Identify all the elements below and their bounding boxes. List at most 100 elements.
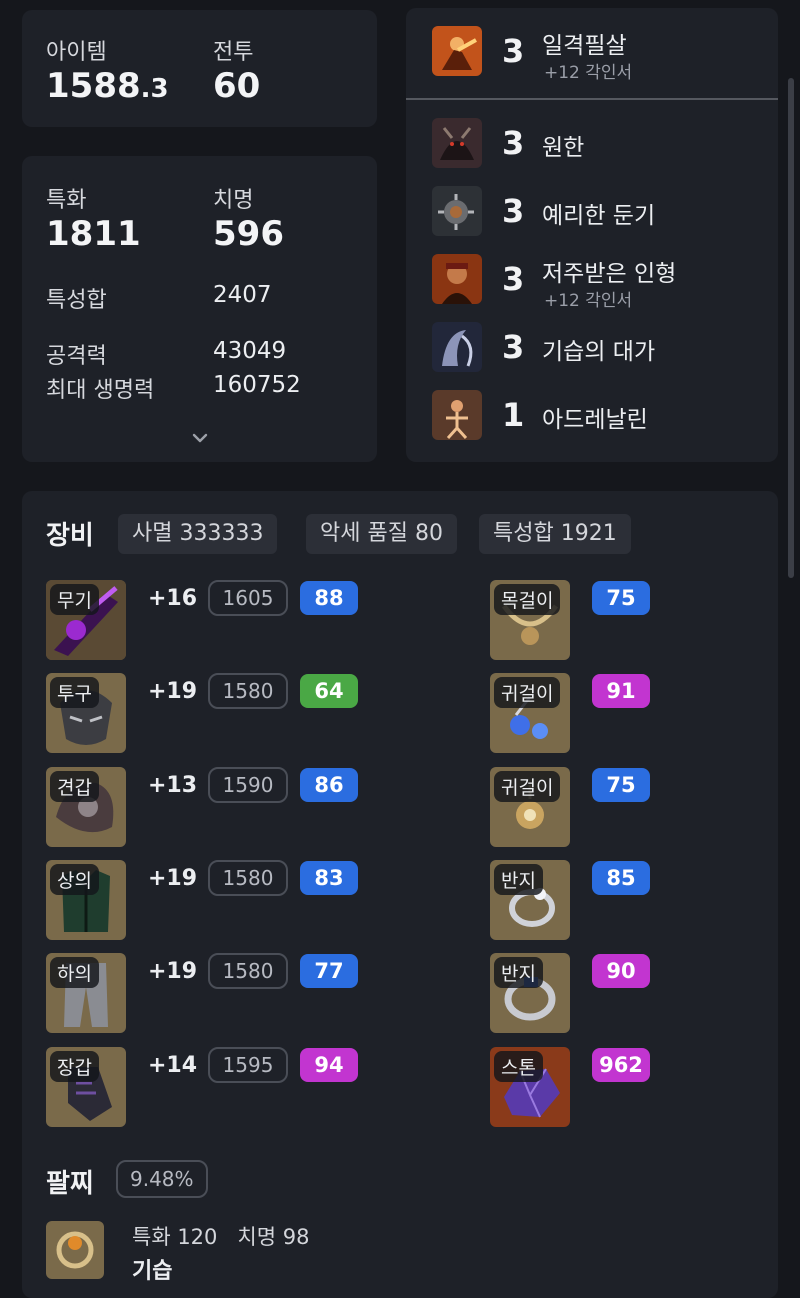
quality-badge: 88 (300, 581, 358, 615)
engraving-row[interactable]: 3 예리한 둔기 (406, 186, 778, 246)
accessory-row[interactable]: 반지 90 (490, 953, 690, 1033)
bracelet-icon (46, 1221, 104, 1279)
stat-total-chip: 특성합 1921 (479, 514, 631, 554)
slot-label: 장갑 (50, 1051, 99, 1082)
engraving-level: 1 (502, 396, 525, 434)
slot-label: 하의 (50, 957, 99, 988)
combat-level-label: 전투 (213, 40, 254, 65)
engraving-name: 아드레날린 (542, 407, 648, 433)
quality-badge: 86 (300, 768, 358, 802)
slot-label: 목걸이 (494, 584, 561, 615)
attack-value: 43049 (213, 338, 287, 364)
accessory-quality-chip: 악세 품질 80 (306, 514, 457, 554)
slot-label: 반지 (494, 864, 543, 895)
refine-level: +16 (148, 586, 198, 611)
refine-level: +19 (148, 959, 198, 984)
ring-icon: 반지 (490, 953, 570, 1033)
crit-label: 치명 (213, 188, 254, 213)
combat-level-value: 60 (213, 66, 261, 106)
accessory-row[interactable]: 귀걸이 75 (490, 767, 690, 847)
item-level-badge: 1580 (208, 953, 288, 989)
engraving-book-note: +12 각인서 (544, 63, 633, 83)
demon-grudge-icon (432, 118, 482, 168)
accessory-row[interactable]: 스톤 962 (490, 1047, 690, 1127)
ring-icon: 반지 (490, 860, 570, 940)
slot-label: 반지 (494, 957, 543, 988)
accessory-row[interactable]: 반지 85 (490, 860, 690, 940)
quality-badge: 85 (592, 861, 650, 895)
engraving-row[interactable]: 3 기습의 대가 (406, 322, 778, 382)
fist-strike-icon (432, 26, 482, 76)
gear-row[interactable]: 상의 +19 1580 83 (22, 860, 382, 940)
bracelet-title: 팔찌 (46, 1169, 94, 1199)
quality-badge: 64 (300, 674, 358, 708)
item-level-badge: 1580 (208, 673, 288, 709)
item-level-value: 1588.3 (46, 66, 169, 106)
adrenaline-icon (432, 390, 482, 440)
accessory-row[interactable]: 귀걸이 91 (490, 673, 690, 753)
max-hp-value: 160752 (213, 372, 301, 398)
item-level-badge: 1580 (208, 860, 288, 896)
gear-row[interactable]: 견갑 +13 1590 86 (22, 767, 382, 847)
crit-value: 596 (213, 214, 284, 254)
refine-level: +14 (148, 1053, 198, 1078)
specialization-label: 특화 (46, 188, 87, 213)
refine-level: +13 (148, 773, 198, 798)
engraving-name: 원한 (542, 135, 585, 161)
slot-label: 스톤 (494, 1051, 543, 1082)
quality-badge: 94 (300, 1048, 358, 1082)
item-level-badge: 1605 (208, 580, 288, 616)
bracelet-percent-badge: 9.48% (116, 1160, 208, 1198)
ambush-master-icon (432, 322, 482, 372)
item-level-frac: .3 (140, 74, 169, 104)
engraving-level: 3 (502, 124, 525, 162)
gear-row[interactable]: 하의 +19 1580 77 (22, 953, 382, 1033)
engraving-row[interactable]: 3 저주받은 인형 +12 각인서 (406, 254, 778, 314)
cursed-doll-icon (432, 254, 482, 304)
earring-icon: 귀걸이 (490, 767, 570, 847)
set-effect-chip: 사멸 333333 (118, 514, 278, 554)
quality-badge: 83 (300, 861, 358, 895)
slot-label: 귀걸이 (494, 677, 561, 708)
weapon-icon: 무기 (46, 580, 126, 660)
scrollbar[interactable] (788, 78, 794, 578)
quality-badge: 962 (592, 1048, 650, 1082)
engraving-row[interactable]: 3 원한 (406, 118, 778, 178)
shoulder-icon: 견갑 (46, 767, 126, 847)
specialization-value: 1811 (46, 214, 141, 254)
slot-label: 상의 (50, 864, 99, 895)
stone-icon: 스톤 (490, 1047, 570, 1127)
slot-label: 귀걸이 (494, 771, 561, 802)
item-level-badge: 1595 (208, 1047, 288, 1083)
engraving-row[interactable]: 3 일격필살 +12 각인서 (406, 26, 778, 86)
quality-badge: 91 (592, 674, 650, 708)
refine-level: +19 (148, 866, 198, 891)
item-level-badge: 1590 (208, 767, 288, 803)
quality-badge: 75 (592, 768, 650, 802)
engraving-name: 기습의 대가 (542, 339, 656, 365)
gear-row[interactable]: 무기 +16 1605 88 (22, 580, 382, 660)
chevron-down-icon[interactable] (190, 428, 210, 448)
gear-row[interactable]: 투구 +19 1580 64 (22, 673, 382, 753)
gear-row[interactable]: 장갑 +14 1595 94 (22, 1047, 382, 1127)
necklace-icon: 목걸이 (490, 580, 570, 660)
earring-icon: 귀걸이 (490, 673, 570, 753)
engravings-card: 3 일격필살 +12 각인서 3 원한 3 예리한 둔기 3 저주받은 인형 +… (406, 8, 778, 462)
engraving-name: 예리한 둔기 (542, 203, 656, 229)
engraving-level: 3 (502, 32, 525, 70)
bracelet-effect: 기습 (132, 1259, 173, 1284)
stat-total-label: 특성합 (46, 288, 107, 313)
engraving-book-note: +12 각인서 (544, 291, 633, 311)
max-hp-label: 최대 생명력 (46, 378, 155, 403)
attack-label: 공격력 (46, 344, 107, 369)
quality-badge: 90 (592, 954, 650, 988)
equipment-title: 장비 (46, 521, 94, 551)
engraving-name: 저주받은 인형 (542, 261, 677, 287)
chest-armor-icon: 상의 (46, 860, 126, 940)
slot-label: 무기 (50, 584, 99, 615)
accessory-row[interactable]: 목걸이 75 (490, 580, 690, 660)
engraving-row[interactable]: 1 아드레날린 (406, 390, 778, 450)
spiked-mace-icon (432, 186, 482, 236)
item-level-label: 아이템 (46, 40, 107, 65)
stat-total-value: 2407 (213, 282, 272, 308)
